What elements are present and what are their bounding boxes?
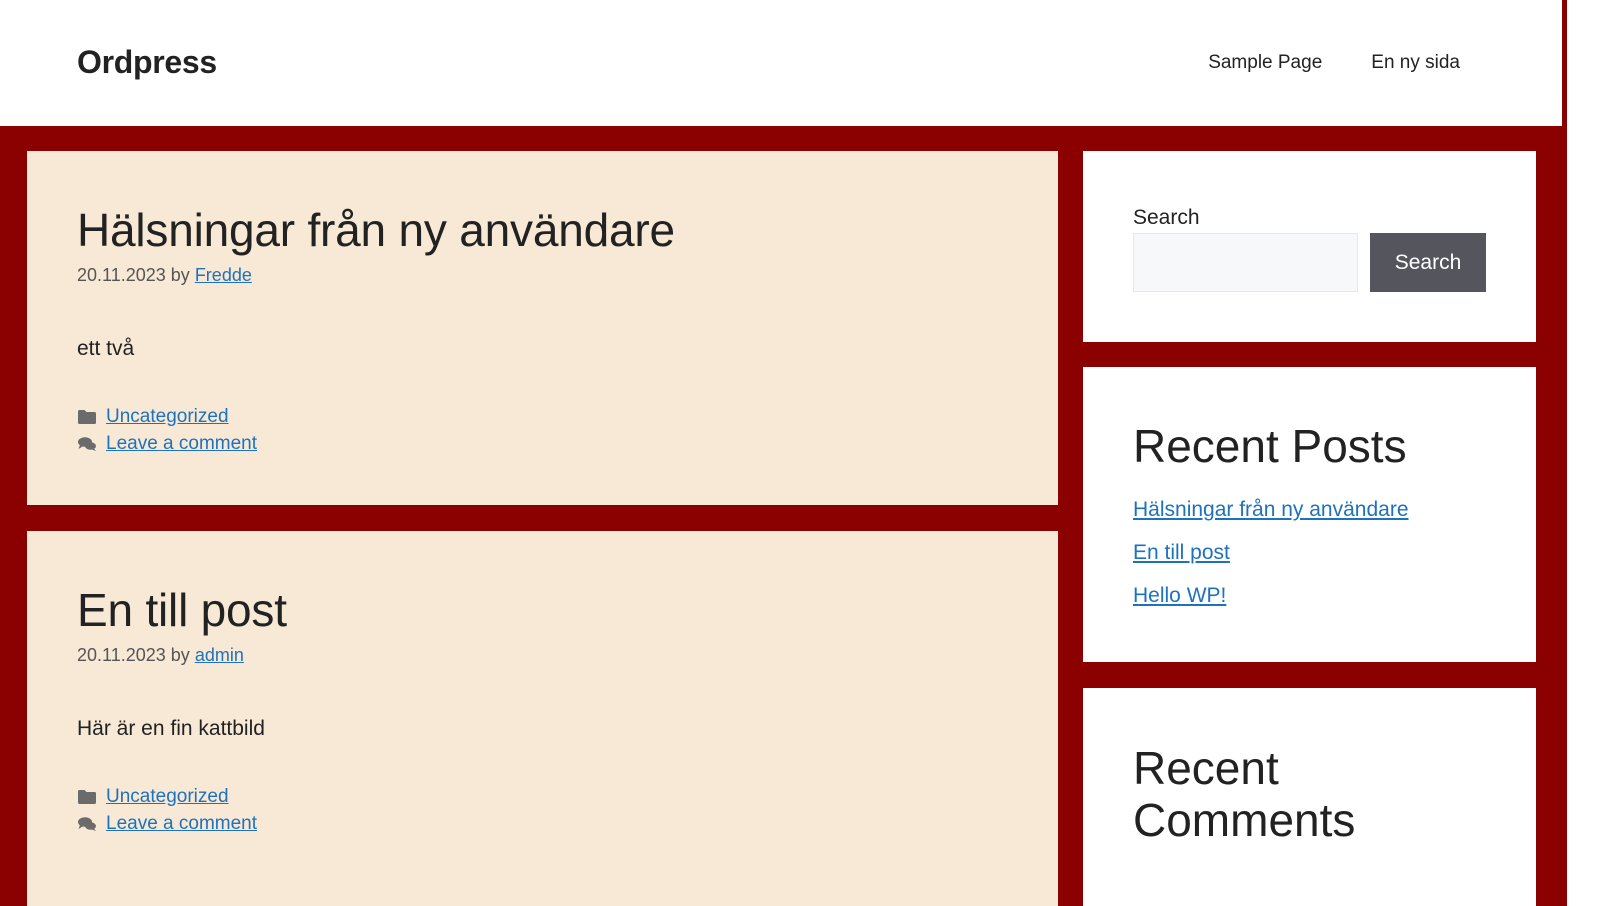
search-input[interactable] [1133, 233, 1358, 292]
page-scrollbar[interactable] [1562, 0, 1621, 906]
category-link[interactable]: Uncategorized [106, 406, 229, 428]
post-author-link[interactable]: Fredde [195, 265, 252, 285]
leave-comment-link[interactable]: Leave a comment [106, 433, 257, 455]
comments-icon [78, 436, 96, 451]
comments-icon [78, 816, 96, 831]
site-title[interactable]: Ordpress [77, 44, 217, 81]
post-meta: 20.11.2023 by Fredde [77, 265, 252, 286]
post-date: 20.11.2023 [77, 645, 166, 665]
post-content: Här är en fin kattbild [77, 717, 265, 740]
recent-posts-list: Hälsningar från ny användare En till pos… [1133, 498, 1409, 627]
list-item: Hello WP! [1133, 584, 1409, 627]
folder-icon [78, 409, 96, 424]
post-by-label: by [170, 645, 190, 665]
post-date: 20.11.2023 [77, 265, 166, 285]
post-author-link[interactable]: admin [195, 645, 244, 665]
site-content: Hälsningar från ny användare 20.11.2023 … [0, 126, 1562, 906]
nav-item-sample-page[interactable]: Sample Page [1208, 52, 1322, 74]
folder-icon [78, 789, 96, 804]
list-item: Hälsningar från ny användare [1133, 498, 1409, 541]
leave-comment-link[interactable]: Leave a comment [106, 813, 257, 835]
post-meta: 20.11.2023 by admin [77, 645, 244, 666]
category-link[interactable]: Uncategorized [106, 786, 229, 808]
post-card: Hälsningar från ny användare 20.11.2023 … [27, 151, 1058, 505]
post-footer: Uncategorized Leave a comment [77, 783, 257, 837]
search-widget: Search Search [1083, 151, 1536, 342]
widget-title: Recent Posts [1133, 420, 1407, 472]
post-footer: Uncategorized Leave a comment [77, 403, 257, 457]
main-navigation: Sample Page En ny sida [1208, 52, 1460, 74]
recent-post-link[interactable]: Hälsningar från ny användare [1133, 498, 1409, 521]
recent-posts-widget: Recent Posts Hälsningar från ny användar… [1083, 367, 1536, 662]
search-label: Search [1133, 206, 1200, 229]
recent-post-link[interactable]: En till post [1133, 541, 1230, 564]
nav-item-en-ny-sida[interactable]: En ny sida [1371, 52, 1460, 74]
recent-comments-widget: Recent Comments [1083, 688, 1536, 906]
post-title[interactable]: En till post [77, 583, 287, 637]
site-header: Ordpress Sample Page En ny sida [0, 0, 1562, 126]
post-card: En till post 20.11.2023 by admin Här är … [27, 531, 1058, 906]
recent-post-link[interactable]: Hello WP! [1133, 584, 1226, 607]
post-content: ett två [77, 337, 135, 360]
search-button[interactable]: Search [1370, 233, 1486, 292]
post-title[interactable]: Hälsningar från ny användare [77, 203, 675, 257]
widget-title: Recent Comments [1133, 742, 1356, 846]
post-by-label: by [170, 265, 190, 285]
list-item: En till post [1133, 541, 1409, 584]
